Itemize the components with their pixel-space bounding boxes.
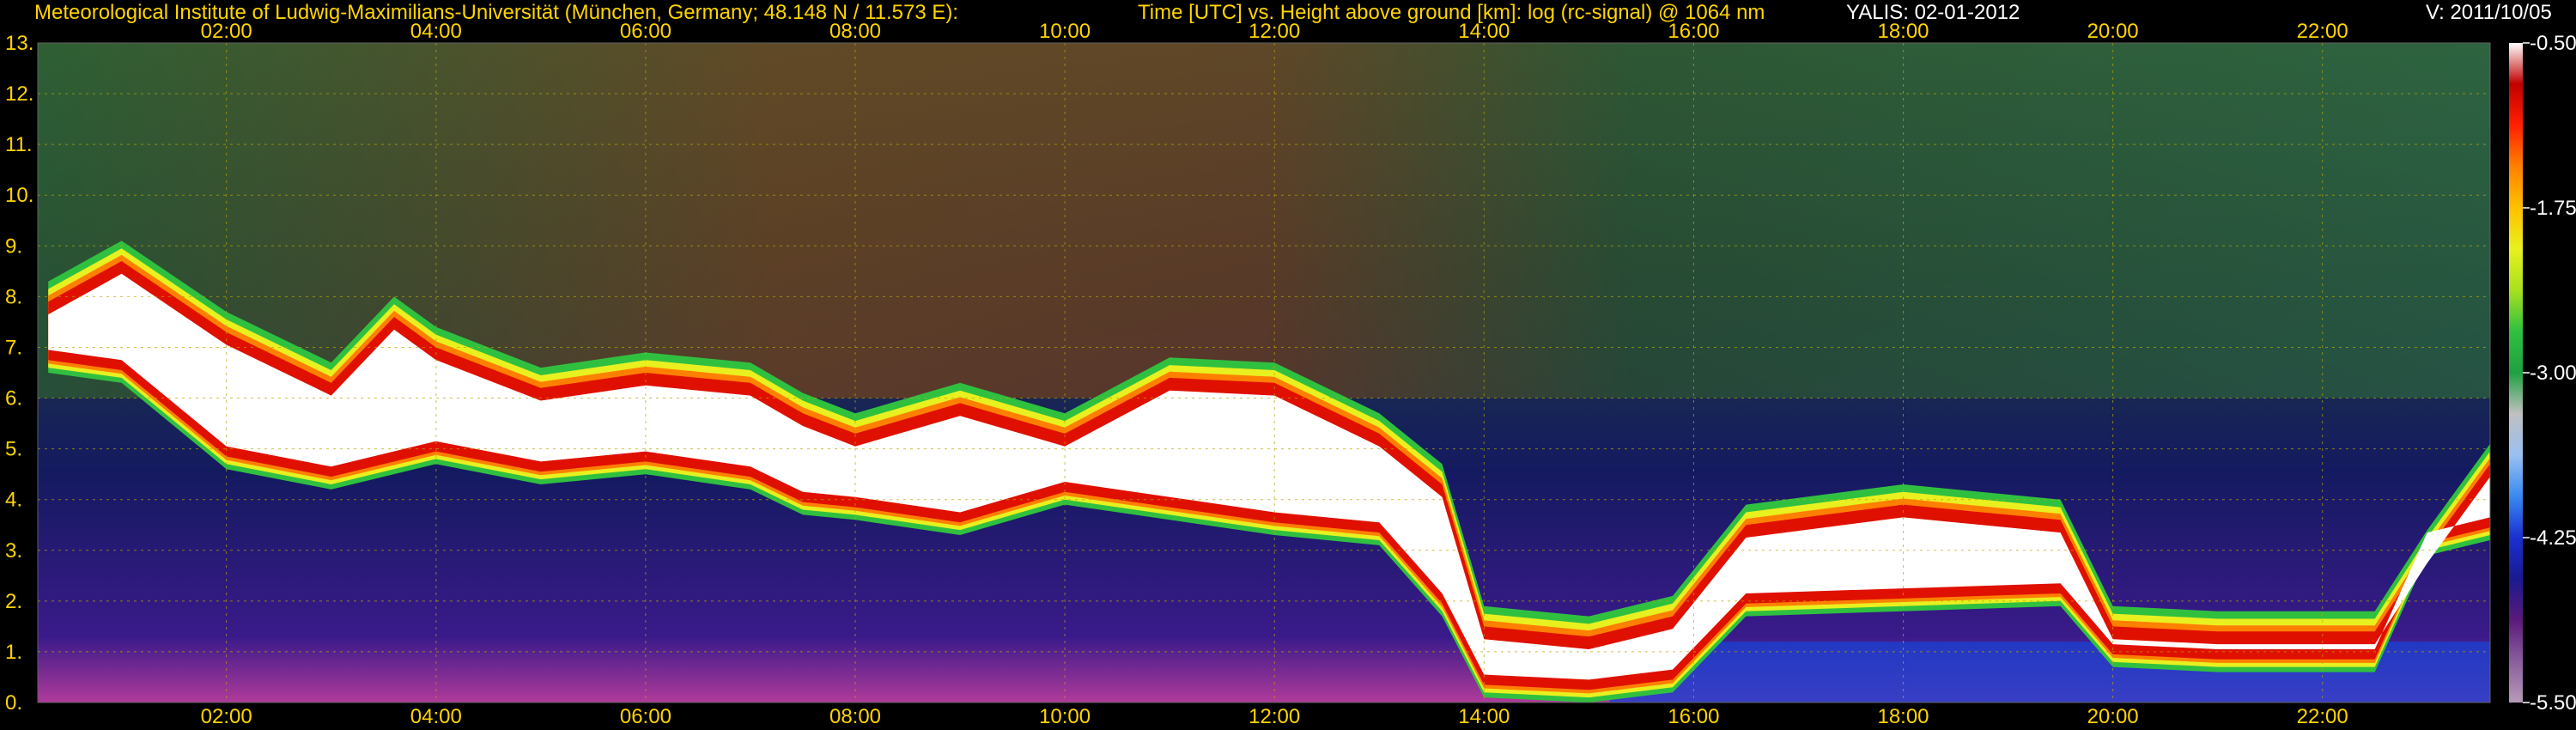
y-tick-label: 3. [5, 539, 22, 563]
x-tick-label-top: 22:00 [2297, 20, 2348, 43]
colorbar-tick-label: -1.75 [2530, 197, 2576, 220]
x-tick-label-bottom: 16:00 [1668, 705, 1719, 728]
x-tick-label-top: 06:00 [620, 20, 671, 43]
y-tick-label: 4. [5, 489, 22, 512]
x-tick-label-bottom: 10:00 [1039, 705, 1091, 728]
x-tick-label-top: 08:00 [829, 20, 881, 43]
y-tick-label: 11. [5, 133, 33, 156]
x-tick-label-top: 16:00 [1668, 20, 1719, 43]
colorbar-tick-label: -4.25 [2530, 526, 2576, 550]
colorbar-tick-label: -0.50 [2530, 32, 2576, 55]
backscatter-heatmap: 02:00 02:00 04:00 04:00 06:00 06:00 08:00 08:00… [5, 20, 2576, 728]
x-tick-label-top: 10:00 [1039, 20, 1091, 43]
x-tick-label-top: 20:00 [2087, 20, 2139, 43]
x-tick-label-bottom: 22:00 [2297, 705, 2348, 728]
colorbar-tick-label: -3.00 [2530, 362, 2576, 385]
x-tick-label-bottom: 08:00 [829, 705, 881, 728]
x-tick-label-bottom: 06:00 [620, 705, 671, 728]
x-tick-label-bottom: 04:00 [410, 705, 462, 728]
y-tick-label: 8. [5, 285, 22, 308]
lidar-quicklook-figure: Meteorological Institute of Ludwig-Maxim… [0, 0, 2576, 730]
colorbar [2509, 43, 2523, 703]
y-tick-label: 12. [5, 82, 33, 106]
x-tick-label-top: 04:00 [410, 20, 462, 43]
y-tick-label: 5. [5, 438, 22, 461]
x-tick-label-bottom: 14:00 [1458, 705, 1510, 728]
y-tick-label: 1. [5, 641, 22, 664]
x-tick-label-bottom: 20:00 [2087, 705, 2139, 728]
colorbar-tick-label: -5.50 [2530, 691, 2576, 715]
x-tick-label-bottom: 12:00 [1249, 705, 1300, 728]
y-tick-label: 9. [5, 234, 22, 258]
x-tick-label-top: 14:00 [1458, 20, 1510, 43]
y-tick-label: 6. [5, 387, 22, 411]
x-tick-label-top: 18:00 [1877, 20, 1929, 43]
y-tick-label: 13. [5, 32, 33, 55]
x-tick-label-bottom: 02:00 [201, 705, 252, 728]
x-tick-label-top: 02:00 [201, 20, 252, 43]
x-tick-label-top: 12:00 [1249, 20, 1300, 43]
y-tick-label: 2. [5, 590, 22, 613]
y-tick-label: 7. [5, 336, 22, 359]
x-tick-label-bottom: 18:00 [1877, 705, 1929, 728]
y-tick-label: 0. [5, 691, 22, 715]
y-tick-label: 10. [5, 184, 33, 207]
